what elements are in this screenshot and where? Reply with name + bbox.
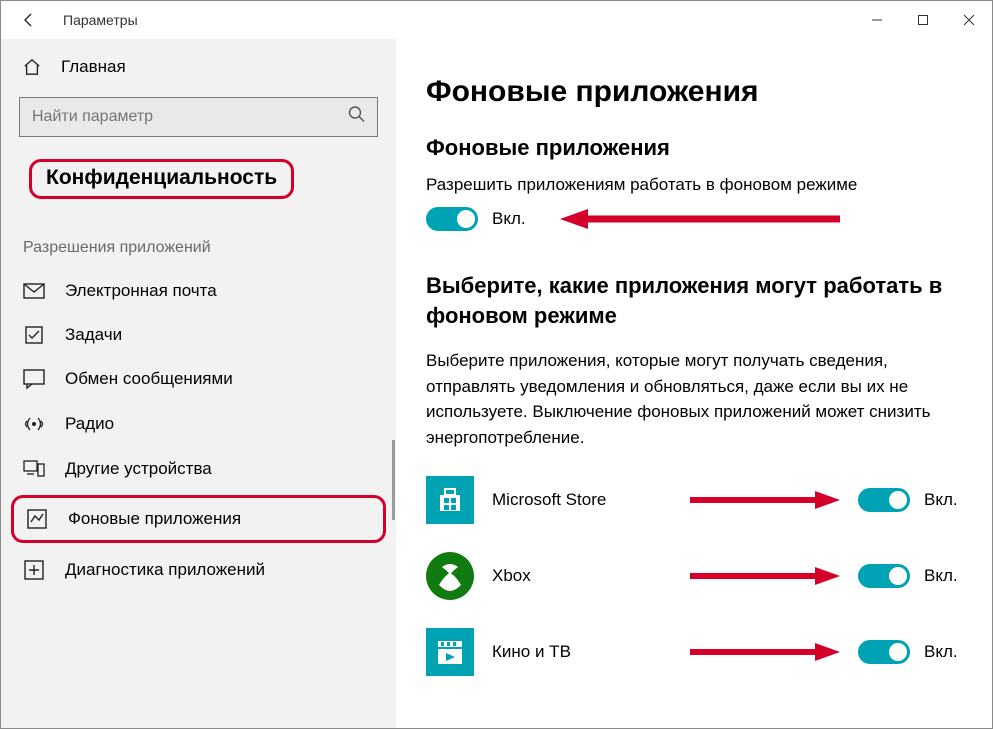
app-name: Microsoft Store <box>492 490 672 510</box>
minimize-icon <box>871 14 883 26</box>
sidebar-item-messaging[interactable]: Обмен сообщениями <box>1 357 396 401</box>
sidebar-section-label: Разрешения приложений <box>1 221 396 269</box>
sidebar-item-label: Радио <box>65 414 114 434</box>
sidebar-item-background-apps[interactable]: Фоновые приложения <box>11 495 386 543</box>
sidebar-item-label: Задачи <box>65 325 122 345</box>
title-bar: Параметры <box>1 1 992 39</box>
store-icon <box>426 476 474 524</box>
page-title: Фоновые приложения <box>426 75 962 109</box>
master-toggle-state: Вкл. <box>492 209 526 229</box>
devices-icon <box>23 460 45 478</box>
close-icon <box>963 14 975 26</box>
home-icon <box>23 58 41 76</box>
app-toggle-state: Вкл. <box>924 566 958 586</box>
sidebar-item-tasks[interactable]: Задачи <box>1 313 396 357</box>
app-row-movies: Кино и ТВ Вкл. <box>426 628 962 676</box>
section1-title: Фоновые приложения <box>426 135 962 161</box>
sidebar-item-label: Электронная почта <box>65 281 217 301</box>
close-button[interactable] <box>946 4 992 36</box>
sidebar-item-radio[interactable]: Радио <box>1 401 396 447</box>
arrow-left-icon <box>21 12 37 28</box>
search-box[interactable] <box>19 97 378 137</box>
sidebar-item-label: Диагностика приложений <box>65 560 265 580</box>
xbox-icon <box>426 552 474 600</box>
sidebar-item-other-devices[interactable]: Другие устройства <box>1 447 396 491</box>
back-button[interactable] <box>13 12 45 28</box>
mail-icon <box>23 283 45 299</box>
sidebar-category: Конфиденциальность <box>1 159 396 221</box>
sidebar-scrollbar[interactable] <box>392 440 395 520</box>
annotation-arrow <box>560 207 840 231</box>
maximize-icon <box>917 14 929 26</box>
minimize-button[interactable] <box>854 4 900 36</box>
window-title: Параметры <box>63 12 138 28</box>
master-toggle[interactable] <box>426 207 478 231</box>
app-name: Xbox <box>492 566 672 586</box>
search-input[interactable] <box>19 97 378 137</box>
maximize-button[interactable] <box>900 4 946 36</box>
app-toggle-state: Вкл. <box>924 642 958 662</box>
sidebar: Главная Конфиденциальность Разрешения пр… <box>1 39 396 728</box>
sidebar-item-label: Обмен сообщениями <box>65 369 233 389</box>
section2-title: Выберите, какие приложения могут работат… <box>426 271 962 330</box>
main-content: Фоновые приложения Фоновые приложения Ра… <box>396 39 992 728</box>
sidebar-item-email[interactable]: Электронная почта <box>1 269 396 313</box>
background-apps-icon <box>26 508 48 530</box>
annotation-arrow <box>690 566 840 586</box>
app-toggle-xbox[interactable] <box>858 564 910 588</box>
app-name: Кино и ТВ <box>492 642 672 662</box>
section2-description: Выберите приложения, которые могут получ… <box>426 348 962 450</box>
sidebar-item-label: Другие устройства <box>65 459 212 479</box>
app-toggle-store[interactable] <box>858 488 910 512</box>
sidebar-home-label: Главная <box>61 57 126 77</box>
section1-label: Разрешить приложениям работать в фоновом… <box>426 175 962 195</box>
app-toggle-movies[interactable] <box>858 640 910 664</box>
annotation-arrow <box>690 490 840 510</box>
messaging-icon <box>23 369 45 389</box>
sidebar-item-label: Фоновые приложения <box>68 509 241 529</box>
annotation-highlight-category: Конфиденциальность <box>29 159 294 199</box>
app-row-xbox: Xbox Вкл. <box>426 552 962 600</box>
app-toggle-state: Вкл. <box>924 490 958 510</box>
diagnostics-icon <box>23 559 45 581</box>
sidebar-item-app-diagnostics[interactable]: Диагностика приложений <box>1 547 396 593</box>
radio-icon <box>23 413 45 435</box>
app-row-store: Microsoft Store Вкл. <box>426 476 962 524</box>
tasks-icon <box>23 325 45 345</box>
annotation-arrow <box>690 642 840 662</box>
sidebar-home[interactable]: Главная <box>1 51 396 97</box>
movies-tv-icon <box>426 628 474 676</box>
